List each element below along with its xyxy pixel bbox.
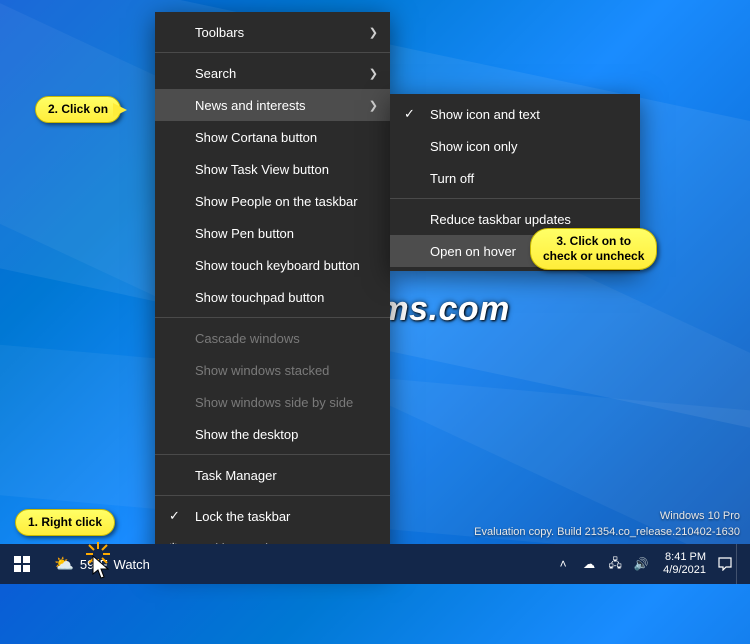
callout-step-2: 2. Click on (35, 96, 121, 123)
callout-step-1: 1. Right click (15, 509, 115, 536)
menu-separator (155, 454, 390, 455)
tray-volume-icon[interactable]: 🔊 (629, 544, 653, 584)
tray-chevron-icon[interactable]: ˄ (551, 544, 575, 584)
menu-separator (390, 198, 640, 199)
tray-network-icon[interactable]: 🖧 (603, 544, 627, 584)
taskbar-context-menu: Toolbars❯ Search❯ News and interests❯ Sh… (155, 12, 390, 568)
cursor-icon (92, 555, 112, 581)
check-icon: ✓ (169, 508, 180, 524)
menu-show-touch-keyboard[interactable]: Show touch keyboard button (155, 249, 390, 281)
action-center-icon[interactable] (716, 544, 734, 584)
menu-show-people[interactable]: Show People on the taskbar (155, 185, 390, 217)
menu-show-cortana[interactable]: Show Cortana button (155, 121, 390, 153)
menu-stacked: Show windows stacked (155, 354, 390, 386)
menu-lock-taskbar[interactable]: ✓Lock the taskbar (155, 500, 390, 532)
menu-separator (155, 495, 390, 496)
taskbar[interactable]: ⛅ 59°F Watch ˄ ☁ 🖧 🔊 8:41 PM 4/9/2021 (0, 544, 750, 584)
taskbar-right: ˄ ☁ 🖧 🔊 8:41 PM 4/9/2021 (551, 544, 742, 584)
windows-logo-icon (14, 556, 30, 572)
build-info: Windows 10 Pro Evaluation copy. Build 21… (474, 509, 740, 540)
tray-onedrive-icon[interactable]: ☁ (577, 544, 601, 584)
show-desktop-button[interactable] (736, 544, 742, 584)
menu-task-manager[interactable]: Task Manager (155, 459, 390, 491)
weather-icon: ⛅ (54, 554, 74, 574)
menu-show-pen[interactable]: Show Pen button (155, 217, 390, 249)
menu-separator (155, 317, 390, 318)
chevron-right-icon: ❯ (369, 26, 378, 39)
chevron-right-icon: ❯ (369, 67, 378, 80)
callout-step-3: 3. Click on to check or uncheck (530, 228, 657, 270)
clock-time: 8:41 PM (663, 551, 706, 564)
menu-news-and-interests[interactable]: News and interests❯ (155, 89, 390, 121)
submenu-show-icon-only[interactable]: Show icon only (390, 130, 640, 162)
menu-toolbars[interactable]: Toolbars❯ (155, 16, 390, 48)
menu-cascade: Cascade windows (155, 322, 390, 354)
start-button[interactable] (4, 544, 40, 584)
menu-show-desktop[interactable]: Show the desktop (155, 418, 390, 450)
submenu-show-icon-and-text[interactable]: ✓Show icon and text (390, 98, 640, 130)
windows-edition: Windows 10 Pro (474, 509, 740, 524)
menu-search[interactable]: Search❯ (155, 57, 390, 89)
taskbar-left: ⛅ 59°F Watch (4, 544, 160, 584)
submenu-turn-off[interactable]: Turn off (390, 162, 640, 194)
taskbar-clock[interactable]: 8:41 PM 4/9/2021 (655, 551, 714, 577)
menu-separator (155, 52, 390, 53)
clock-date: 4/9/2021 (663, 564, 706, 577)
menu-show-touchpad[interactable]: Show touchpad button (155, 281, 390, 313)
menu-show-taskview[interactable]: Show Task View button (155, 153, 390, 185)
menu-sidebyside: Show windows side by side (155, 386, 390, 418)
chevron-right-icon: ❯ (369, 99, 378, 112)
build-number: Evaluation copy. Build 21354.co_release.… (474, 525, 740, 540)
weather-label: Watch (114, 557, 150, 572)
check-icon: ✓ (404, 106, 415, 122)
